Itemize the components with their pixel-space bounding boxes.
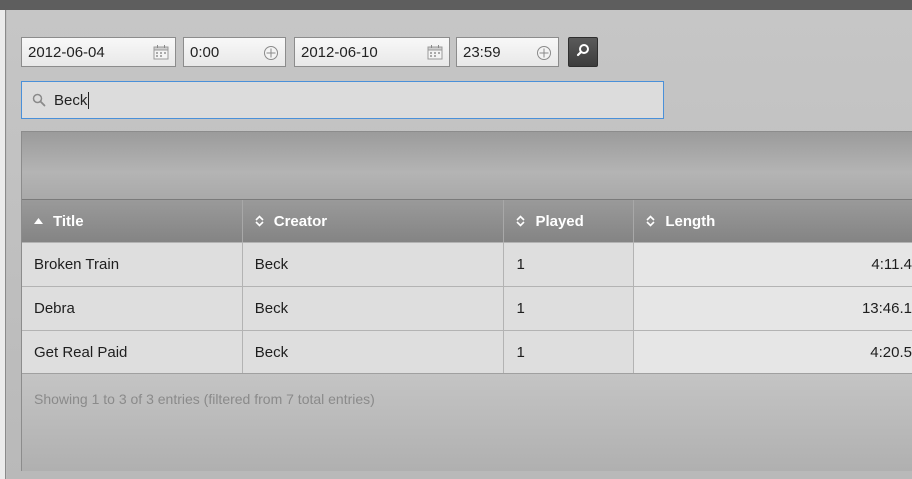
cell-played: 1 <box>504 243 635 286</box>
cell-creator: Beck <box>242 287 505 330</box>
clock-icon[interactable] <box>536 45 552 65</box>
column-header-creator[interactable]: Creator <box>243 200 505 242</box>
cell-played: 1 <box>504 331 635 374</box>
end-time-field[interactable]: 23:59 <box>456 37 559 67</box>
search-button[interactable] <box>568 37 598 67</box>
end-date-value: 2012-06-10 <box>301 43 378 61</box>
start-time-value: 0:00 <box>190 43 220 61</box>
column-label: Played <box>535 212 584 230</box>
end-date-field[interactable]: 2012-06-10 <box>294 37 450 67</box>
cell-length: 13:46.1 <box>634 287 912 330</box>
text-caret <box>88 91 90 109</box>
table-info: Showing 1 to 3 of 3 entries (filtered fr… <box>34 391 375 407</box>
cell-title: Debra <box>22 287 243 330</box>
clock-icon[interactable] <box>263 45 279 65</box>
sort-both-icon <box>646 215 655 227</box>
cell-title: Get Real Paid <box>22 331 243 374</box>
table-row[interactable]: Debra Beck 1 13:46.1 <box>22 286 912 330</box>
table-row[interactable]: Get Real Paid Beck 1 4:20.5 <box>22 330 912 374</box>
start-date-field[interactable]: 2012-06-04 <box>21 37 176 67</box>
table-toolbar <box>22 132 912 200</box>
cell-creator: Beck <box>242 331 505 374</box>
cell-creator: Beck <box>242 243 505 286</box>
sort-ascending-icon <box>34 218 43 224</box>
column-label: Creator <box>273 212 328 230</box>
sort-both-icon <box>516 215 526 227</box>
table-footer: Showing 1 to 3 of 3 entries (filtered fr… <box>22 373 912 471</box>
top-bar <box>0 0 912 10</box>
column-label: Title <box>53 212 84 230</box>
cell-length: 4:11.4 <box>634 243 912 286</box>
column-header-played[interactable]: Played <box>504 200 635 242</box>
start-time-field[interactable]: 0:00 <box>183 37 286 67</box>
calendar-icon[interactable] <box>427 45 443 64</box>
cell-title: Broken Train <box>22 243 243 286</box>
table-row[interactable]: Broken Train Beck 1 4:11.4 <box>22 242 912 286</box>
column-header-title[interactable]: Title <box>22 200 243 242</box>
end-time-value: 23:59 <box>463 43 501 61</box>
search-input-value: Beck <box>54 91 88 109</box>
search-icon <box>32 93 46 107</box>
calendar-icon[interactable] <box>153 45 169 64</box>
sort-both-icon <box>255 215 264 227</box>
search-input[interactable]: Beck <box>21 81 664 119</box>
column-label: Length <box>665 212 716 230</box>
cell-length: 4:20.5 <box>634 331 912 374</box>
start-date-value: 2012-06-04 <box>28 43 105 61</box>
left-edge <box>0 10 6 479</box>
column-header-length[interactable]: Length <box>634 200 912 242</box>
magnifier-icon <box>576 43 590 61</box>
cell-played: 1 <box>504 287 635 330</box>
results-table: Title Creator Played Length Broken Train… <box>21 131 912 471</box>
table-header: Title Creator Played Length <box>22 200 912 242</box>
